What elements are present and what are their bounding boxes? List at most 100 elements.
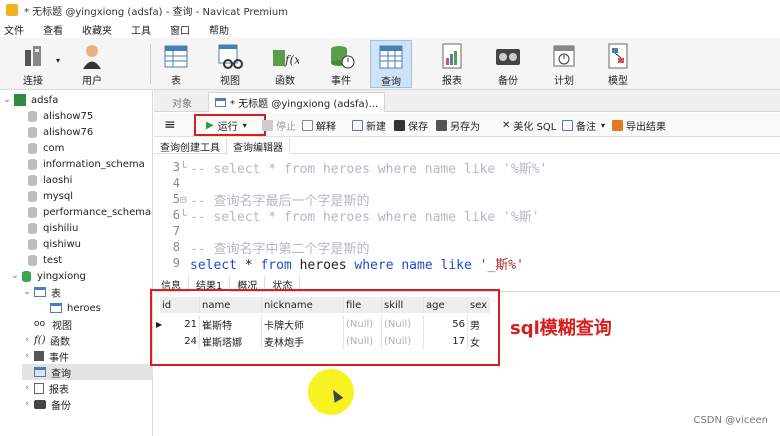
tree-db-item[interactable]: alishow76 [28,124,93,140]
cell-file[interactable]: (Null) [344,333,382,349]
new-button[interactable]: 新建 [352,117,386,133]
tree-connection-adsfa[interactable]: ⌄ adsfa [2,92,58,108]
column-header[interactable]: name [200,297,262,313]
menu-view[interactable]: 查看 [43,22,63,37]
main-ribbon: 连接 ▾ 用户 表 视图 f(x) 函数 事件 查询 [0,38,780,90]
chevron-right-icon[interactable]: › [22,383,32,393]
export-results-button[interactable]: 导出结果 [612,117,666,133]
tree-folder-functions[interactable]: › f() 函数 [22,332,70,348]
tree-db-item[interactable]: alishow75 [28,108,93,124]
cell-age[interactable]: 17 [424,333,468,349]
cell-id[interactable]: 21 [160,316,200,332]
column-header[interactable]: skill [382,297,424,313]
stop-button[interactable]: 停止 [262,117,296,133]
backup-label: 备份 [498,76,518,87]
schedule-button[interactable]: 计划 [546,40,582,88]
tree-table-heroes[interactable]: heroes [50,300,101,316]
menu-window[interactable]: 窗口 [170,22,190,37]
model-button[interactable]: 模型 [600,40,636,88]
tree-folder-reports[interactable]: › 报表 [22,380,69,396]
tree-db-item[interactable]: mysql [28,188,73,204]
connection-dropdown-icon[interactable]: ▾ [56,56,60,65]
menu-tools[interactable]: 工具 [131,22,151,37]
menu-help[interactable]: 帮助 [209,22,229,37]
cell-nickname[interactable]: 卡牌大师 [262,316,344,332]
tree-db-item[interactable]: performance_schema [28,204,151,220]
column-header[interactable]: file [344,297,382,313]
fold-marker[interactable]: ⊟ [180,193,190,206]
query-button[interactable]: 查询 [370,40,412,88]
code-text: -- select * from heroes where name like … [190,161,548,177]
tree-db-item[interactable]: com [28,140,64,156]
tree-db-item[interactable]: laoshi [28,172,72,188]
cell-name[interactable]: 崔斯特 [200,316,262,332]
tab-query-editor[interactable]: 查询编辑器 [227,138,290,154]
tree-folder-events[interactable]: › 事件 [22,348,69,364]
report-button[interactable]: 报表 [434,40,470,88]
tab-query-builder[interactable]: 查询创建工具 [154,138,227,154]
column-header[interactable]: sex [468,297,490,313]
function-icon: f() [34,334,46,346]
title-bar: * 无标题 @yingxiong (adsfa) - 查询 - Navicat … [0,0,780,20]
cell-skill[interactable]: (Null) [382,316,424,332]
table-row[interactable]: 24 崔斯塔娜 麦林炮手 (Null) (Null) 17 女 [160,333,490,349]
cell-age[interactable]: 56 [424,316,468,332]
beautify-sql-button[interactable]: ✕ 美化 SQL [502,117,556,133]
sql-editor[interactable]: 3 └ -- select * from heroes where name l… [154,155,780,273]
cell-file[interactable]: (Null) [344,316,382,332]
line-number: 5 [172,192,180,206]
chevron-right-icon[interactable]: › [22,335,32,345]
menu-favorites[interactable]: 收藏夹 [82,22,112,37]
function-button[interactable]: f(x) 函数 [266,40,306,88]
table-row[interactable]: ▶ 21 崔斯特 卡牌大师 (Null) (Null) 56 男 [156,316,490,332]
tree-db-item[interactable]: qishiwu [28,236,81,252]
cell-name[interactable]: 崔斯塔娜 [200,333,262,349]
model-label: 模型 [608,76,628,87]
menu-icon[interactable]: ≡ [164,117,176,133]
wand-icon: ✕ [502,119,511,131]
line-number: 4 [172,176,180,190]
note-button[interactable]: 备注 ▾ [562,117,605,133]
chevron-down-icon[interactable]: ⌄ [10,271,20,281]
table-button[interactable]: 表 [158,40,194,88]
column-header[interactable]: id [160,297,200,313]
beautify-label: 美化 SQL [513,121,557,133]
save-as-button[interactable]: 另存为 [436,117,480,133]
cell-sex[interactable]: 女 [468,333,490,349]
save-as-icon [436,119,447,131]
tree-db-yingxiong[interactable]: ⌄ yingxiong [10,268,86,284]
cell-skill[interactable]: (Null) [382,333,424,349]
user-button[interactable]: 用户 [72,40,112,88]
chevron-down-icon[interactable]: ▾ [601,121,605,130]
tree-folder-views[interactable]: oo 视图 [34,316,72,332]
tree-folder-backups[interactable]: › 备份 [22,396,71,412]
cell-sex[interactable]: 男 [468,316,490,332]
tree-folder-queries[interactable]: 查询 [22,364,153,380]
view-button[interactable]: 视图 [212,40,248,88]
explain-button[interactable]: 解释 [302,117,336,133]
event-button[interactable]: 事件 [322,40,360,88]
schedule-icon [550,42,578,70]
connection-button[interactable]: 连接 [14,40,52,88]
backup-button[interactable]: 备份 [490,40,526,88]
chevron-right-icon[interactable]: › [22,351,32,361]
cell-id[interactable]: 24 [160,333,200,349]
chevron-right-icon[interactable]: › [22,399,32,409]
menu-file[interactable]: 文件 [4,22,24,37]
editor-line: 6 └ -- select * from heroes where name l… [154,207,540,225]
tab-objects[interactable]: 对象 [166,92,198,112]
folder-label: 报表 [49,384,69,396]
run-button[interactable]: ▶ 运行 ▾ [206,117,247,133]
chevron-down-icon[interactable]: ⌄ [2,95,12,105]
save-button[interactable]: 保存 [394,117,428,133]
tab-query[interactable]: * 无标题 @yingxiong (adsfa)... [208,92,386,112]
tree-folder-tables[interactable]: ⌄ 表 [22,284,61,300]
column-header[interactable]: age [424,297,468,313]
tree-db-item[interactable]: test [28,252,62,268]
chevron-down-icon[interactable]: ⌄ [22,287,32,297]
column-header[interactable]: nickname [262,297,344,313]
chevron-down-icon[interactable]: ▾ [243,121,247,130]
tree-db-item[interactable]: qishiliu [28,220,78,236]
tree-db-item[interactable]: information_schema [28,156,145,172]
cell-nickname[interactable]: 麦林炮手 [262,333,344,349]
